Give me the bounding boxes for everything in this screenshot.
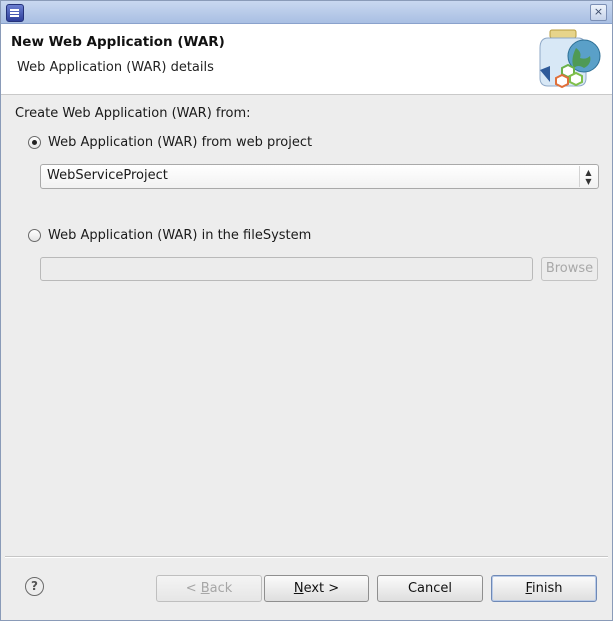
radio-filesystem[interactable] xyxy=(28,229,41,242)
next-button-label: ext > xyxy=(303,581,340,596)
back-button-label: ack xyxy=(209,581,233,596)
chevron-up-down-icon: ▲ ▼ xyxy=(579,166,597,187)
radio-web-project[interactable] xyxy=(28,136,41,149)
cancel-button[interactable]: Cancel xyxy=(377,575,483,602)
help-icon[interactable]: ? xyxy=(25,577,44,596)
next-button[interactable]: Next > xyxy=(264,575,369,602)
option-web-project[interactable]: Web Application (WAR) from web project xyxy=(28,135,312,150)
finish-button-label: inish xyxy=(532,581,563,596)
title-bar[interactable]: × xyxy=(1,1,612,24)
finish-button[interactable]: Finish xyxy=(491,575,597,602)
close-button[interactable]: × xyxy=(590,4,607,21)
back-button-prefix: < xyxy=(185,581,201,596)
wizard-description: Web Application (WAR) details xyxy=(17,60,214,75)
filesystem-path-input[interactable] xyxy=(40,257,533,281)
wizard-header: New Web Application (WAR) Web Applicatio… xyxy=(1,24,612,95)
option-filesystem-label: Web Application (WAR) in the fileSystem xyxy=(48,228,312,243)
footer-separator xyxy=(5,556,608,558)
back-button[interactable]: < Back xyxy=(156,575,262,602)
option-filesystem[interactable]: Web Application (WAR) in the fileSystem xyxy=(28,228,311,243)
new-war-wizard-dialog: × New Web Application (WAR) Web Applicat… xyxy=(0,0,613,621)
close-icon: × xyxy=(593,5,604,18)
next-button-mnemonic: N xyxy=(293,581,304,596)
option-web-project-label: Web Application (WAR) from web project xyxy=(48,135,313,150)
wizard-content: Create Web Application (WAR) from: Web A… xyxy=(1,95,612,555)
web-project-combo-value: WebServiceProject xyxy=(47,168,168,183)
browse-button[interactable]: Browse xyxy=(541,257,598,281)
wizard-title: New Web Application (WAR) xyxy=(11,34,225,50)
web-project-combo[interactable]: WebServiceProject ▲ ▼ xyxy=(40,164,599,189)
eclipse-app-icon xyxy=(6,4,24,22)
war-wizard-banner-icon xyxy=(539,29,601,89)
back-button-mnemonic: B xyxy=(200,581,210,596)
source-section-label: Create Web Application (WAR) from: xyxy=(15,106,251,121)
